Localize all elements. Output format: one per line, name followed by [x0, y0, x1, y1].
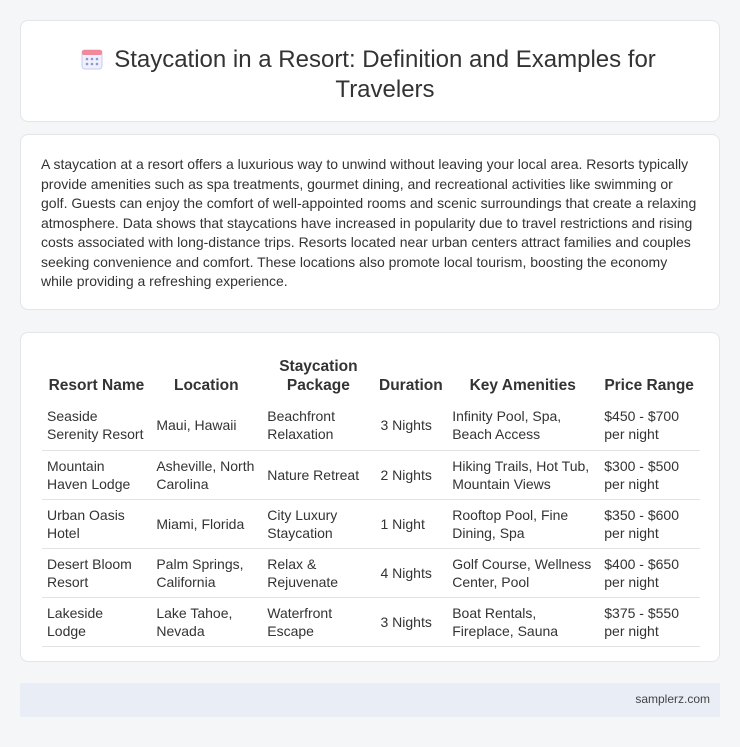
cell-package: Waterfront Escape — [261, 597, 376, 647]
header-staycation-package: Staycation Package — [279, 358, 358, 394]
cell-price: $400 - $650 per night — [598, 548, 700, 598]
table-row: Lakeside Lodge Lake Tahoe, Nevada Waterf… — [42, 597, 700, 647]
cell-resort-name: Desert Bloom Resort — [42, 548, 152, 598]
header-location: Location — [174, 377, 239, 394]
cell-package: Nature Retreat — [261, 450, 376, 500]
footer-site-link[interactable]: samplerz.com — [635, 692, 710, 706]
page-title: Staycation in a Resort: Definition and E… — [114, 46, 656, 103]
footer-bar: samplerz.com — [20, 683, 720, 717]
cell-amenities: Boat Rentals, Fireplace, Sauna — [446, 597, 600, 647]
cell-price: $375 - $550 per night — [598, 597, 700, 647]
calendar-icon — [81, 48, 103, 70]
cell-package: City Luxury Staycation — [261, 499, 376, 549]
cell-duration: 3 Nights — [374, 401, 448, 451]
title-card: Staycation in a Resort: Definition and E… — [20, 20, 720, 122]
table-card: Resort Name Location Staycation Package … — [20, 332, 720, 662]
cell-amenities: Infinity Pool, Spa, Beach Access — [446, 401, 600, 451]
cell-amenities: Hiking Trails, Hot Tub, Mountain Views — [446, 450, 600, 500]
header-key-amenities: Key Amenities — [469, 377, 576, 394]
cell-location: Asheville, North Carolina — [150, 450, 263, 500]
cell-resort-name: Urban Oasis Hotel — [42, 499, 152, 549]
cell-resort-name: Seaside Serenity Resort — [42, 401, 152, 451]
cell-resort-name: Lakeside Lodge — [42, 597, 152, 647]
cell-price: $350 - $600 per night — [598, 499, 700, 549]
header-duration: Duration — [379, 377, 443, 394]
intro-card: A staycation at a resort offers a luxuri… — [20, 134, 720, 310]
intro-paragraph: A staycation at a resort offers a luxuri… — [41, 156, 697, 289]
cell-duration: 4 Nights — [374, 548, 448, 598]
cell-price: $450 - $700 per night — [598, 401, 700, 451]
cell-resort-name: Mountain Haven Lodge — [42, 450, 152, 500]
cell-package: Relax & Rejuvenate — [261, 548, 376, 598]
cell-location: Maui, Hawaii — [150, 401, 263, 451]
cell-duration: 2 Nights — [374, 450, 448, 500]
header-resort-name: Resort Name — [48, 377, 145, 394]
table-row: Seaside Serenity Resort Maui, Hawaii Bea… — [42, 401, 700, 451]
cell-amenities: Golf Course, Wellness Center, Pool — [446, 548, 600, 598]
cell-price: $300 - $500 per night — [598, 450, 700, 500]
table-row: Urban Oasis Hotel Miami, Florida City Lu… — [42, 499, 700, 549]
table-row: Desert Bloom Resort Palm Springs, Califo… — [42, 548, 700, 598]
title-wrap: Staycation in a Resort: Definition and E… — [21, 45, 719, 105]
table-header-row: Resort Name Location Staycation Package … — [42, 353, 700, 401]
resort-table: Resort Name Location Staycation Package … — [42, 353, 700, 647]
table-row: Mountain Haven Lodge Asheville, North Ca… — [42, 450, 700, 500]
cell-location: Lake Tahoe, Nevada — [150, 597, 263, 647]
cell-duration: 3 Nights — [374, 597, 448, 647]
cell-location: Miami, Florida — [150, 499, 263, 549]
cell-package: Beachfront Relaxation — [261, 401, 376, 451]
cell-duration: 1 Night — [374, 499, 448, 549]
header-price-range: Price Range — [604, 377, 694, 394]
cell-location: Palm Springs, California — [150, 548, 263, 598]
cell-amenities: Rooftop Pool, Fine Dining, Spa — [446, 499, 600, 549]
